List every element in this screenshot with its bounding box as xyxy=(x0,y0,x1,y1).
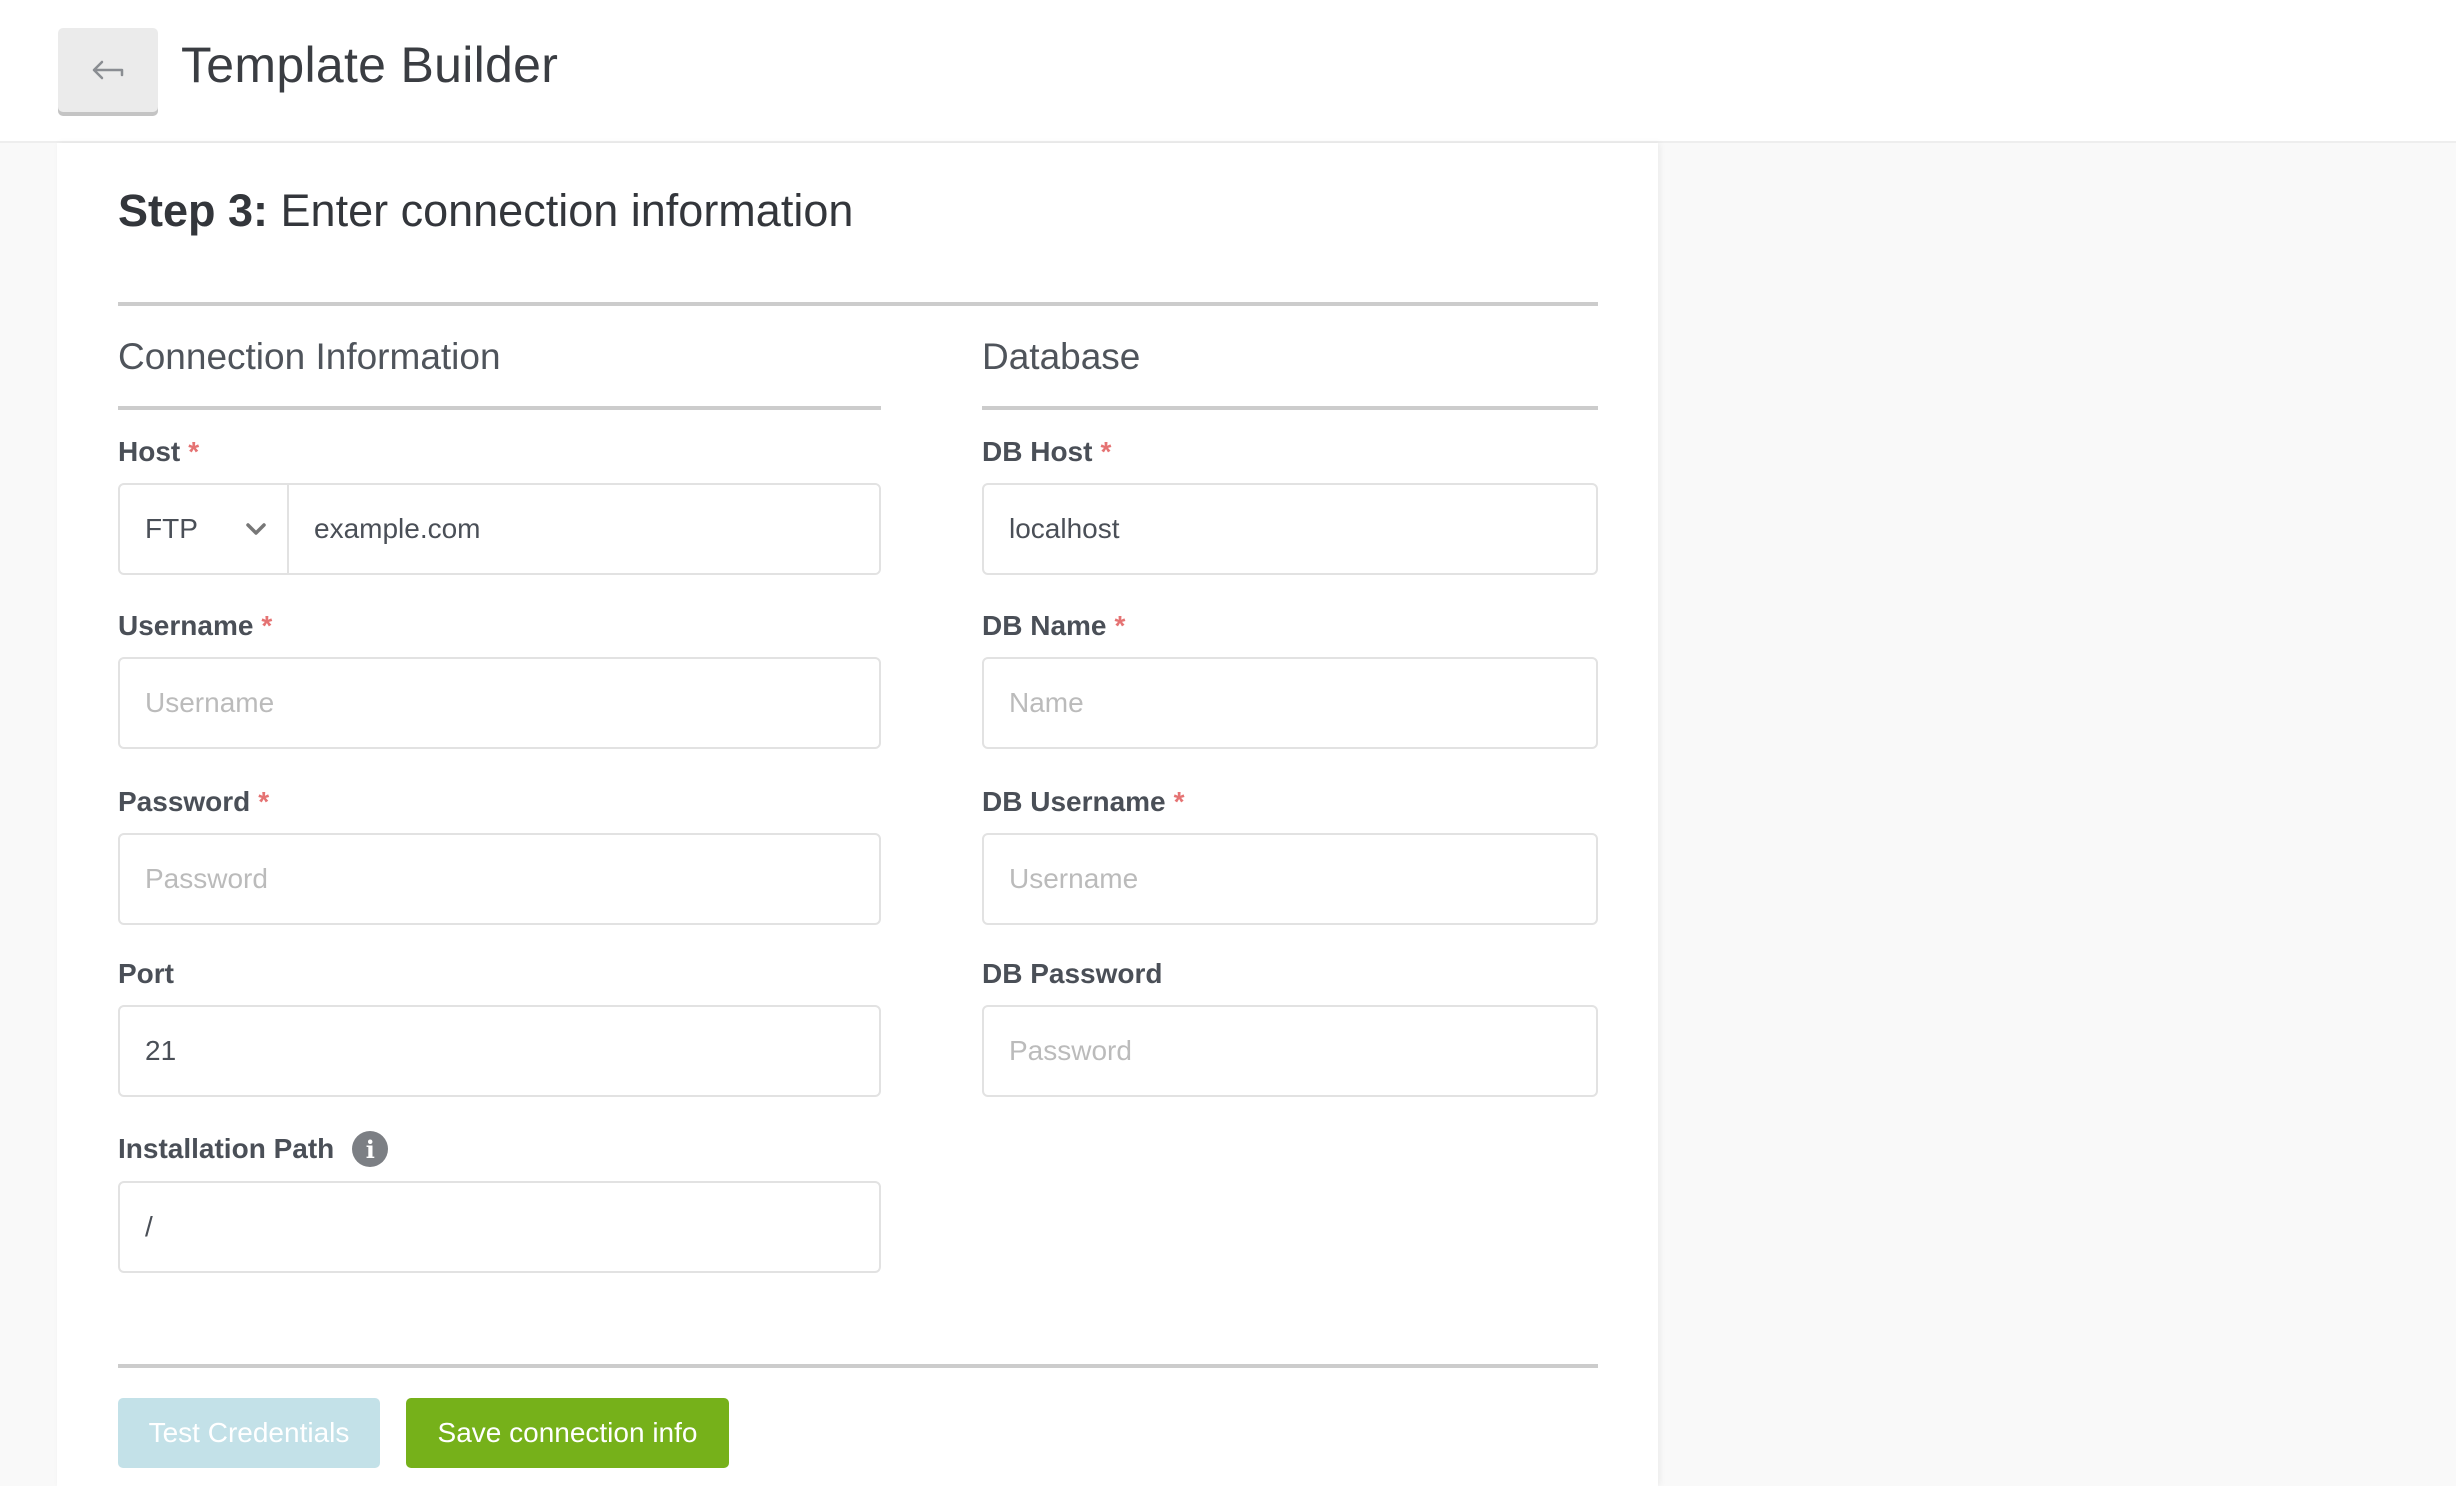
footer-divider xyxy=(118,1364,1598,1368)
required-asterisk: * xyxy=(258,786,270,817)
host-input[interactable] xyxy=(289,485,879,573)
password-input[interactable] xyxy=(118,833,881,925)
db-password-input[interactable] xyxy=(982,1005,1598,1097)
top-divider xyxy=(118,302,1598,306)
db-username-input[interactable] xyxy=(982,833,1598,925)
db-host-label: DB Host * xyxy=(982,436,1112,467)
db-name-label: DB Name * xyxy=(982,610,1126,641)
installation-path-input[interactable] xyxy=(118,1181,881,1273)
top-header: Template Builder xyxy=(0,0,2456,143)
username-label: Username * xyxy=(118,610,273,641)
page-title: Template Builder xyxy=(181,37,559,93)
required-asterisk: * xyxy=(1173,786,1185,817)
form-card: Step 3: Enter connection information Con… xyxy=(57,143,1658,1486)
info-icon[interactable]: i xyxy=(352,1131,389,1167)
step-prefix: Step 3: xyxy=(118,185,269,236)
step-title-text: Enter connection information xyxy=(280,185,854,236)
required-asterisk: * xyxy=(1114,610,1126,641)
username-input[interactable] xyxy=(118,657,881,749)
save-connection-button[interactable]: Save connection info xyxy=(406,1398,729,1468)
chevron-down-icon xyxy=(246,523,266,535)
db-host-input[interactable] xyxy=(982,483,1598,575)
host-input-group: FTP xyxy=(118,483,881,575)
database-divider xyxy=(982,406,1598,410)
back-button[interactable] xyxy=(58,28,158,112)
test-credentials-button[interactable]: Test Credentials xyxy=(118,1398,380,1468)
port-label: Port xyxy=(118,958,174,989)
installation-path-label: Installation Path i xyxy=(118,1131,389,1167)
host-label: Host * xyxy=(118,436,200,467)
required-asterisk: * xyxy=(1100,436,1112,467)
protocol-select[interactable]: FTP xyxy=(120,485,289,573)
protocol-value: FTP xyxy=(145,513,198,544)
db-password-label: DB Password xyxy=(982,958,1163,989)
database-section-title: Database xyxy=(982,336,1141,377)
step-title: Step 3: Enter connection information xyxy=(118,185,853,237)
arrow-left-icon xyxy=(92,60,124,80)
port-input[interactable] xyxy=(118,1005,881,1097)
password-label: Password * xyxy=(118,786,270,817)
required-asterisk: * xyxy=(261,610,273,641)
required-asterisk: * xyxy=(188,436,200,467)
connection-section-title: Connection Information xyxy=(118,336,501,377)
db-name-input[interactable] xyxy=(982,657,1598,749)
db-username-label: DB Username * xyxy=(982,786,1185,817)
connection-divider xyxy=(118,406,881,410)
